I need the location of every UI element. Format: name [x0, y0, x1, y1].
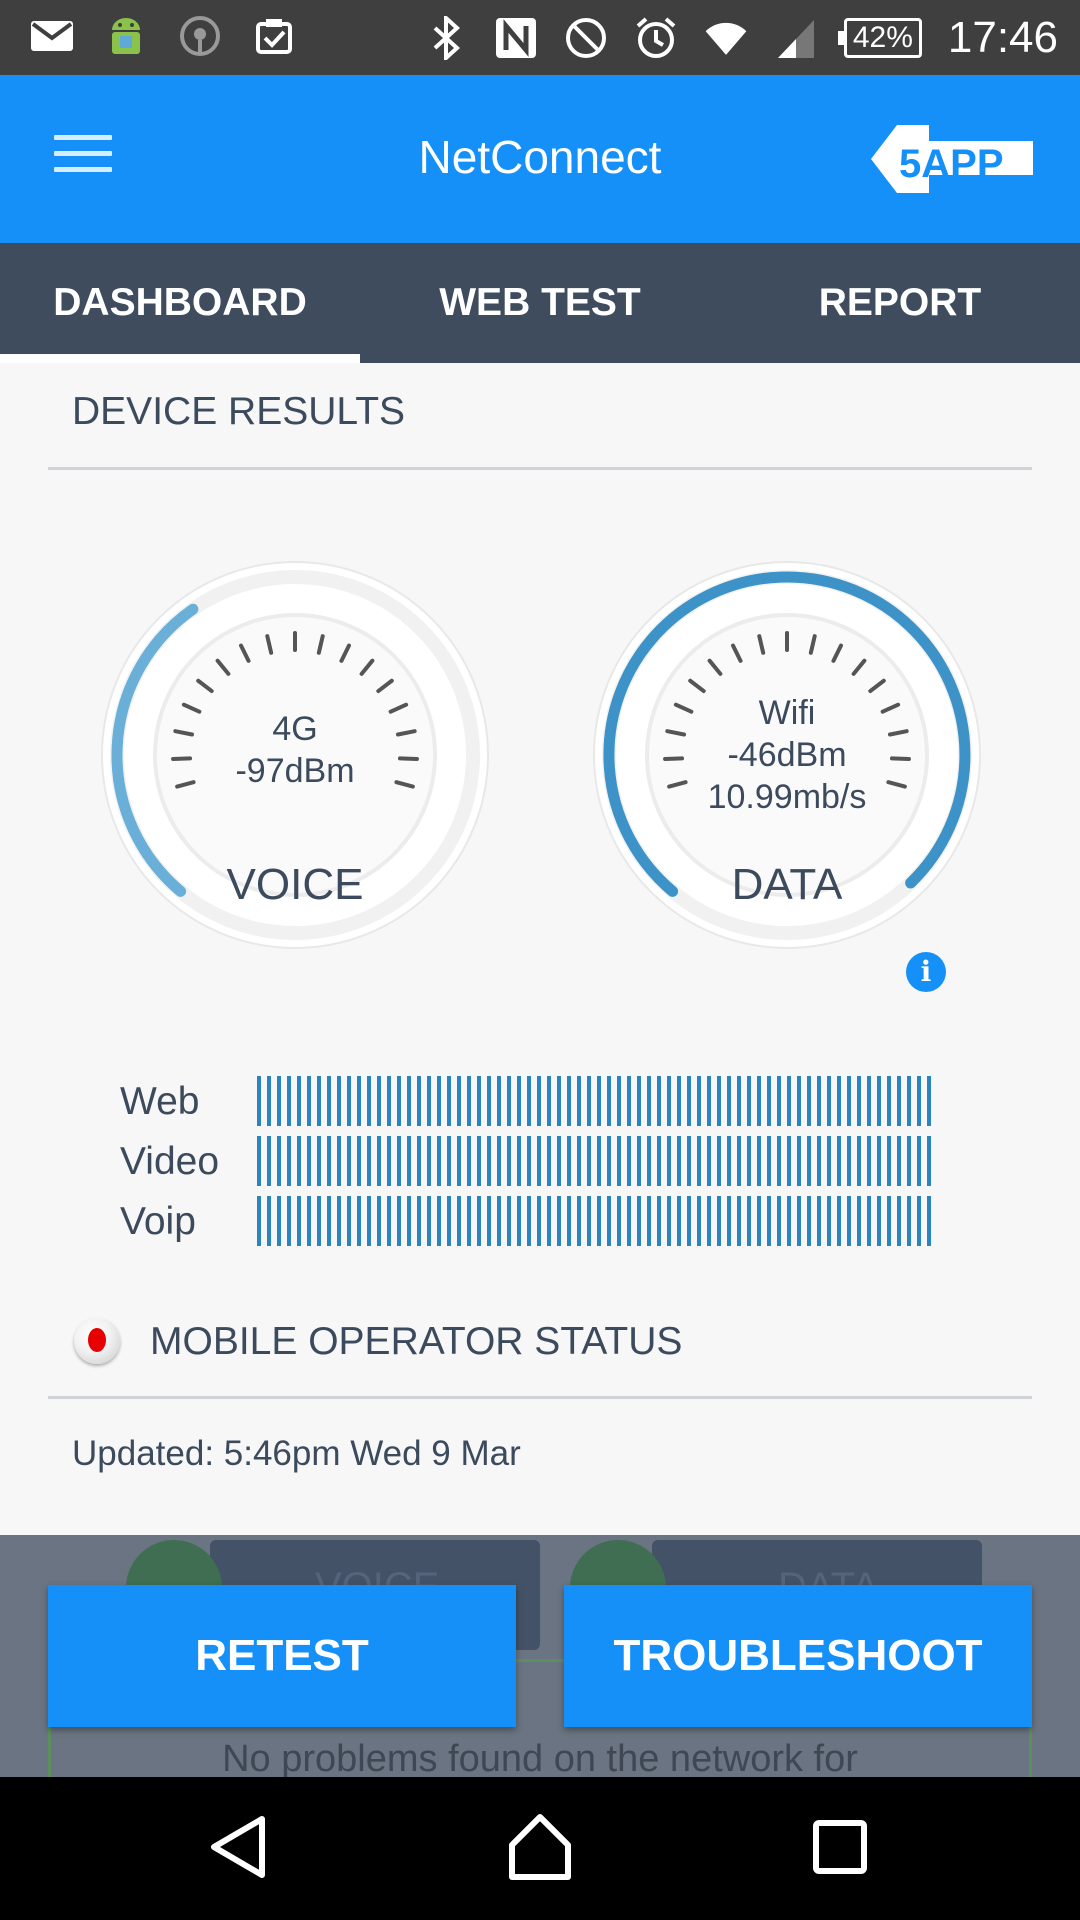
device-results-divider	[48, 467, 1032, 470]
quality-label-voip: Voip	[120, 1200, 196, 1243]
tab-bar: DASHBOARD WEB TEST REPORT	[0, 243, 1080, 363]
data-speed: 10.99mb/s	[707, 778, 867, 816]
retest-button[interactable]: RETEST	[48, 1585, 516, 1727]
data-gauge-label: DATA	[731, 860, 843, 909]
voice-gauge-label: VOICE	[226, 860, 364, 909]
voice-gauge[interactable]: 4G -97dBm VOICE	[100, 560, 490, 950]
operator-status-divider	[48, 1396, 1032, 1399]
updated-timestamp: Updated: 5:46pm Wed 9 Mar	[72, 1434, 521, 1473]
status-bar: 42% 17:46	[0, 0, 1080, 75]
brand-logo: 5APP	[871, 125, 1033, 193]
voice-network-type: 4G	[272, 710, 318, 748]
wifi-icon	[704, 16, 748, 60]
recents-icon[interactable]	[800, 1807, 880, 1887]
operator-logo	[74, 1318, 120, 1364]
quality-bar-web	[257, 1076, 937, 1126]
quality-bar-voip	[257, 1196, 937, 1246]
tab-web-test[interactable]: WEB TEST	[360, 243, 720, 363]
brand-logo-text: 5APP	[899, 142, 1004, 186]
battery-indicator: 42%	[837, 18, 922, 58]
info-icon[interactable]: i	[906, 952, 946, 992]
nfc-icon	[494, 16, 538, 60]
clipboard-check-icon	[252, 14, 296, 58]
app-bar: NetConnect 5APP	[0, 75, 1080, 243]
quality-label-web: Web	[120, 1080, 200, 1123]
quality-label-video: Video	[120, 1140, 220, 1183]
voice-signal-strength: -97dBm	[235, 752, 355, 790]
cell-signal-icon	[774, 16, 818, 60]
data-gauge[interactable]: Wifi -46dBm 10.99mb/s DATA	[592, 560, 982, 950]
tab-report[interactable]: REPORT	[720, 243, 1080, 363]
quality-bar-video	[257, 1136, 937, 1186]
do-not-disturb-icon	[564, 16, 608, 60]
tab-dashboard[interactable]: DASHBOARD	[0, 243, 360, 363]
operator-status-title: MOBILE OPERATOR STATUS	[150, 1320, 683, 1363]
alarm-icon	[634, 16, 678, 60]
home-icon[interactable]	[500, 1807, 580, 1887]
mail-icon	[30, 14, 74, 58]
device-results-title: DEVICE RESULTS	[72, 390, 406, 433]
bluetooth-icon	[424, 16, 468, 60]
back-icon[interactable]	[200, 1807, 280, 1887]
hearing-icon	[178, 14, 222, 58]
data-signal-strength: -46dBm	[727, 736, 847, 774]
troubleshoot-button[interactable]: TROUBLESHOOT	[564, 1585, 1032, 1727]
data-network-type: Wifi	[758, 694, 816, 732]
android-icon	[104, 14, 148, 58]
system-nav-bar	[0, 1777, 1080, 1920]
clock: 17:46	[947, 13, 1058, 62]
result-message: No problems found on the network for	[222, 1738, 858, 1777]
